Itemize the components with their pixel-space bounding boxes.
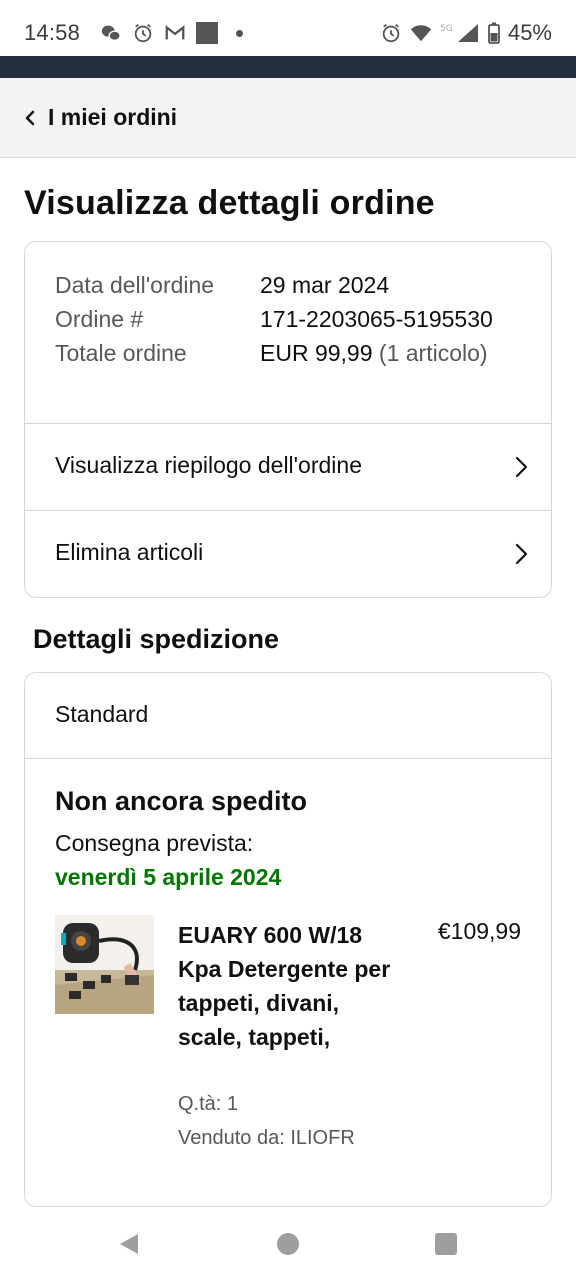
delivery-label: Consegna prevista: xyxy=(55,830,254,856)
system-nav-bar xyxy=(0,1208,576,1280)
remove-items-link[interactable]: Elimina articoli xyxy=(25,510,551,597)
shipping-section-title: Dettagli spedizione xyxy=(33,624,280,654)
nav-back-icon[interactable] xyxy=(118,1232,140,1256)
dot-icon xyxy=(236,29,243,37)
order-date-row: Data dell'ordine 29 mar 2024 xyxy=(55,268,525,302)
chevron-right-icon xyxy=(515,456,528,478)
alarm-icon xyxy=(134,23,152,43)
chevron-right-icon xyxy=(515,543,528,565)
wifi-icon xyxy=(410,25,432,42)
order-number-value: 171-2203065-5195530 xyxy=(260,306,493,332)
product-image[interactable] xyxy=(55,915,154,1014)
status-left-icons xyxy=(100,22,243,44)
product-price: €109,99 xyxy=(437,918,521,944)
signal-icon: 5G xyxy=(440,24,478,42)
alarm-icon xyxy=(382,23,400,43)
remove-items-label: Elimina articoli xyxy=(55,539,204,565)
battery-percent: 45% xyxy=(507,20,552,45)
chevron-left-icon[interactable] xyxy=(22,108,38,128)
view-order-summary-label: Visualizza riepilogo dell'ordine xyxy=(55,452,362,478)
view-order-summary-link[interactable]: Visualizza riepilogo dell'ordine xyxy=(25,423,551,510)
page-title: Visualizza dettagli ordine xyxy=(24,184,435,222)
product-seller: Venduto da: ILIOFR xyxy=(178,1127,355,1149)
status-time: 14:58 xyxy=(24,20,81,45)
order-total-amount: EUR 99,99 xyxy=(260,340,373,366)
product-title-link[interactable]: EUARY 600 W/18 Kpa Detergente per tappet… xyxy=(178,918,398,1054)
gmail-icon xyxy=(165,25,185,40)
shipment-status: Non ancora spedito xyxy=(55,786,308,816)
order-date-value: 29 mar 2024 xyxy=(260,272,390,298)
order-info: Data dell'ordine 29 mar 2024 Ordine # 17… xyxy=(55,268,525,370)
back-header[interactable]: I miei ordini xyxy=(0,78,576,158)
app-square-icon xyxy=(196,22,218,44)
shipping-card: Standard Non ancora spedito Consegna pre… xyxy=(24,672,552,1207)
battery-icon xyxy=(488,22,500,44)
product-quantity: Q.tà: 1 xyxy=(178,1093,239,1115)
carpet-cleaner-image xyxy=(55,915,154,1014)
order-info-card: Data dell'ordine 29 mar 2024 Ordine # 17… xyxy=(24,241,552,598)
status-right-icons: 5G 45% xyxy=(380,20,552,46)
back-link-my-orders[interactable]: I miei ordini xyxy=(48,104,177,131)
nav-recents-icon[interactable] xyxy=(435,1233,457,1255)
status-bar: 14:58 5G 45% xyxy=(0,0,576,56)
order-total-value: EUR 99,99 (1 articolo) xyxy=(260,336,525,370)
app-top-bar xyxy=(0,56,576,78)
nav-home-icon[interactable] xyxy=(277,1233,299,1255)
order-total-items: (1 articolo) xyxy=(378,340,488,366)
order-date-label: Data dell'ordine xyxy=(55,272,215,298)
order-total-label: Totale ordine xyxy=(55,340,187,366)
shipping-method: Standard xyxy=(55,701,149,727)
order-number-row: Ordine # 171-2203065-5195530 xyxy=(55,302,525,336)
svg-text:5G: 5G xyxy=(440,24,453,34)
order-number-label: Ordine # xyxy=(55,306,144,332)
divider xyxy=(25,758,551,759)
order-total-row: Totale ordine EUR 99,99 (1 articolo) xyxy=(55,336,525,370)
delivery-date: venerdì 5 aprile 2024 xyxy=(55,864,282,890)
wechat-icon xyxy=(101,25,121,42)
